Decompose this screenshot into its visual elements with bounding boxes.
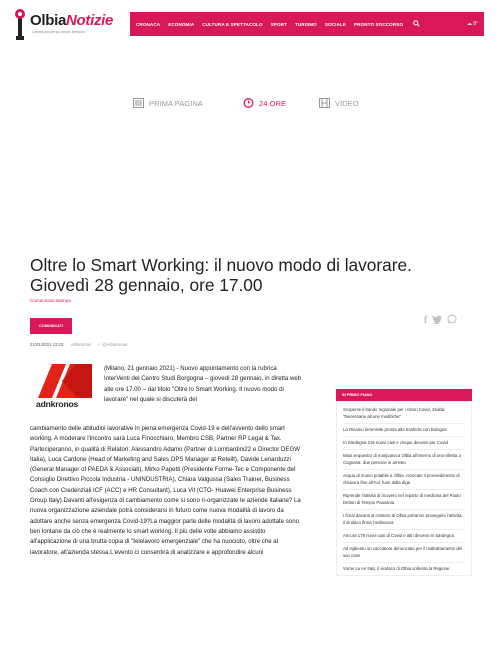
- nav-item-sport[interactable]: SPORT: [271, 22, 287, 27]
- twitter-share-icon[interactable]: [432, 314, 443, 327]
- nav-item-cronaca[interactable]: CRONACA: [136, 22, 160, 27]
- logo-olbia: Olbia: [30, 12, 67, 29]
- nav-item-economia[interactable]: ECONOMIA: [168, 22, 194, 27]
- article-twitter-handle[interactable]: @Adnkronos: [102, 342, 127, 347]
- sidebar-list: Scoperse il bando regionale per i ristor…: [336, 401, 472, 576]
- site-header: OlbiaNotizie L'informazione sul nostro t…: [0, 0, 498, 52]
- clock-24-icon: [243, 98, 254, 108]
- tab-24-ore[interactable]: 24 ORE: [243, 98, 286, 108]
- article-date: 21/01/2021 13:23: [30, 342, 64, 347]
- site-logo[interactable]: OlbiaNotizie L'informazione sul nostro t…: [14, 8, 128, 42]
- weather-widget: ☁ 8°: [466, 21, 478, 27]
- sidebar-in-primo-piano: IN PRIMO PIANO Scoperse il bando regiona…: [336, 389, 472, 576]
- list-item[interactable]: Ancora 178 nuovi casi di Covid e altri d…: [343, 530, 465, 543]
- logo-pin-icon: [15, 9, 25, 40]
- list-item[interactable]: Acqua di nuovo potabile a Olbia, revocat…: [343, 470, 465, 490]
- list-item[interactable]: Scoperse il bando regionale per i ristor…: [343, 404, 465, 424]
- list-item[interactable]: In Sardegna 216 nuovi casi e cinque dece…: [343, 437, 465, 450]
- list-item[interactable]: Riprende l'attività di ricovero nel repa…: [343, 490, 465, 510]
- article-category[interactable]: Comunicato stampa: [30, 298, 71, 303]
- list-item[interactable]: Maxi sequestro di marijuana a Olbia all'…: [343, 450, 465, 470]
- adnkronos-mark-icon: [38, 364, 92, 398]
- film-icon: [319, 98, 330, 108]
- article-author[interactable]: Adnkronos: [71, 342, 92, 347]
- whatsapp-icon[interactable]: [447, 314, 457, 327]
- category-badge[interactable]: COMUNICATI: [30, 318, 72, 334]
- share-buttons: f: [424, 314, 457, 327]
- tab-label: 24 ORE: [259, 98, 287, 108]
- section-tabs: PRIMA PAGINA 24 ORE VIDEO: [0, 92, 498, 116]
- article-title: Oltre lo Smart Working: il nuovo modo di…: [30, 255, 412, 295]
- tab-prima-pagina[interactable]: PRIMA PAGINA: [133, 98, 203, 108]
- logo-tagline: L'informazione sul nostro territorio: [32, 30, 85, 34]
- article-meta: 21/01/2021 13:23 Adnkronos ✓ @Adnkronos: [30, 342, 127, 348]
- adnkronos-logo: adnkronos: [30, 364, 100, 416]
- list-item[interactable]: Vorrei su Air Italy, il sindaco di Olbia…: [343, 563, 465, 575]
- article-body: cambiamento delle abitudini lavorative i…: [30, 425, 301, 556]
- tab-label: PRIMA PAGINA: [149, 98, 203, 108]
- facebook-icon[interactable]: f: [424, 315, 427, 326]
- list-item[interactable]: La Dinamo femminile pronta alla trasfert…: [343, 424, 465, 437]
- nav-item-turismo[interactable]: TURISMO: [295, 22, 317, 27]
- sidebar-header: IN PRIMO PIANO: [336, 389, 472, 401]
- list-item[interactable]: I fiorai davanti al cimitero di Olbia po…: [343, 510, 465, 530]
- nav-item-pronto-soccorso[interactable]: PRONTO SOCCORSO: [354, 22, 403, 27]
- twitter-icon: ✓: [97, 342, 102, 347]
- list-item[interactable]: Ad Agliientu un cacciatore denunciato pe…: [343, 543, 465, 563]
- logo-text: OlbiaNotizie: [30, 12, 113, 29]
- main-nav: CRONACA ECONOMIA CULTURA E SPETTACOLO SP…: [130, 12, 484, 36]
- newspaper-icon: [133, 98, 144, 108]
- nav-item-sociale[interactable]: SOCIALE: [325, 22, 346, 27]
- article-body-intro: (Milano, 21 gennaio 2021) - Nuovo appunt…: [104, 365, 302, 403]
- search-icon[interactable]: [413, 19, 420, 29]
- nav-item-cultura[interactable]: CULTURA E SPETTACOLO: [202, 22, 262, 27]
- logo-notizie: Notizie: [66, 12, 114, 29]
- adnkronos-label: adnkronos: [36, 399, 79, 409]
- tab-label: VIDEO: [335, 98, 359, 108]
- tab-video[interactable]: VIDEO: [319, 98, 359, 108]
